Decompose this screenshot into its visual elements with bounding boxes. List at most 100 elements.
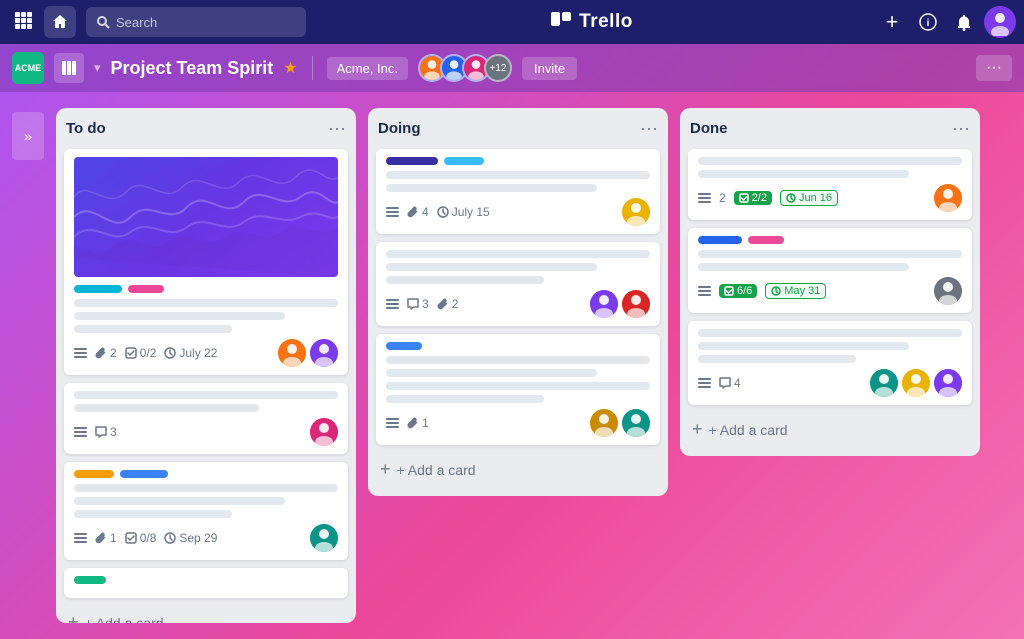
- acme-logo[interactable]: ACME: [12, 52, 44, 84]
- card-done-2[interactable]: 6/6 May 31: [688, 228, 972, 313]
- column-menu-done[interactable]: ···: [952, 118, 970, 139]
- count-val: 2: [719, 191, 726, 205]
- text-line: [74, 312, 285, 320]
- card-avatars: [310, 418, 338, 446]
- more-button[interactable]: ···: [976, 55, 1012, 81]
- home-button[interactable]: [44, 6, 76, 38]
- text-line: [386, 369, 597, 377]
- tag-pink2: [748, 236, 784, 244]
- column-menu-todo[interactable]: ···: [328, 118, 346, 139]
- list-icon: [74, 532, 87, 545]
- list-icon: [74, 347, 87, 360]
- card-content: [386, 356, 650, 403]
- text-line: [74, 510, 232, 518]
- card-avatar: [310, 418, 338, 446]
- card-tags: [386, 342, 650, 350]
- search-bar[interactable]: Search: [86, 7, 306, 37]
- add-card-label: + Add a card: [709, 422, 788, 438]
- invite-button[interactable]: Invite: [522, 57, 577, 80]
- board-view-button[interactable]: [54, 53, 84, 83]
- text-line: [698, 263, 909, 271]
- card-tags: [74, 285, 338, 293]
- column-title-todo: To do: [66, 120, 106, 137]
- checklist-badge-val: 2/2: [752, 192, 767, 204]
- card-avatar-2: [902, 369, 930, 397]
- card-done-1[interactable]: 2 2/2 Jun 16: [688, 149, 972, 220]
- notification-button[interactable]: [948, 6, 980, 38]
- board-view-dropdown[interactable]: ▾: [94, 60, 101, 76]
- top-navigation: Search Trello + i: [0, 0, 1024, 44]
- card-done-3[interactable]: 4: [688, 321, 972, 405]
- card-todo-3[interactable]: 1 0/8 Sep 29: [64, 462, 348, 560]
- card-avatars: [310, 524, 338, 552]
- text-line: [386, 395, 544, 403]
- column-menu-doing[interactable]: ···: [640, 118, 658, 139]
- divider: [312, 56, 313, 80]
- add-button[interactable]: +: [876, 6, 908, 38]
- card-content: [386, 171, 650, 192]
- star-button[interactable]: ★: [283, 58, 297, 78]
- column-title-done: Done: [690, 120, 728, 137]
- add-card-doing[interactable]: + + Add a card: [376, 453, 660, 486]
- tag-light-blue: [444, 157, 484, 165]
- team-button[interactable]: Acme, Inc.: [327, 57, 408, 80]
- text-line: [74, 484, 338, 492]
- column-header-doing: Doing ···: [376, 118, 660, 139]
- card-avatar-2: [622, 409, 650, 437]
- card-tags: [386, 157, 650, 165]
- comment-num: 3: [110, 425, 117, 439]
- list-icon: [74, 426, 87, 439]
- date-badge: Jun 16: [780, 190, 838, 206]
- add-card-label: + Add a card: [397, 462, 476, 478]
- card-doing-2[interactable]: 3 2: [376, 242, 660, 326]
- card-avatar-1: [590, 409, 618, 437]
- card-meta: 1 0/8 Sep 29: [74, 524, 338, 552]
- comment-count: 4: [719, 376, 741, 390]
- card-meta: 3: [74, 418, 338, 446]
- card-avatar-1: [278, 339, 306, 367]
- card-avatar-2: [622, 290, 650, 318]
- list-icon: [698, 285, 711, 298]
- attachment-count: 1: [95, 531, 117, 545]
- card-avatars: [870, 369, 962, 397]
- card-doing-1[interactable]: 4 July 15: [376, 149, 660, 234]
- board-area: » To do ···: [0, 92, 1024, 639]
- members-group: +12: [418, 54, 512, 82]
- card-doing-3[interactable]: 1: [376, 334, 660, 445]
- info-button[interactable]: i: [912, 6, 944, 38]
- text-line: [74, 404, 259, 412]
- card-meta: 4: [698, 369, 962, 397]
- card-avatar-1: [870, 369, 898, 397]
- trello-name: Trello: [579, 11, 633, 33]
- card-todo-2[interactable]: 3: [64, 383, 348, 454]
- add-icon: +: [692, 419, 703, 440]
- board-title: Project Team Spirit: [111, 58, 274, 79]
- attachment-count: 2: [95, 346, 117, 360]
- card-meta: 6/6 May 31: [698, 277, 962, 305]
- text-line: [74, 497, 285, 505]
- card-content: [74, 299, 338, 333]
- text-line: [698, 342, 909, 350]
- card-todo-4[interactable]: [64, 568, 348, 598]
- text-line: [386, 382, 650, 390]
- acme-label: ACME: [15, 63, 42, 73]
- tag-blue-med: [386, 342, 422, 350]
- card-todo-1[interactable]: 2 0/2 July 22: [64, 149, 348, 375]
- list-icon: [698, 377, 711, 390]
- user-avatar-nav[interactable]: [984, 6, 1016, 38]
- members-overflow[interactable]: +12: [484, 54, 512, 82]
- add-card-done[interactable]: + + Add a card: [688, 413, 972, 446]
- card-avatars: [590, 409, 650, 437]
- checklist-badge-val: 6/6: [737, 285, 752, 297]
- text-line: [74, 299, 338, 307]
- card-avatar-2: [310, 339, 338, 367]
- sidebar-toggle[interactable]: »: [12, 112, 44, 160]
- text-line: [74, 391, 338, 399]
- attachment-num: 1: [110, 531, 117, 545]
- grid-icon[interactable]: [8, 7, 38, 38]
- add-card-todo[interactable]: + + Add a card: [64, 606, 348, 623]
- list-icon: [386, 206, 399, 219]
- card-content: [386, 250, 650, 284]
- svg-text:i: i: [927, 18, 930, 29]
- date-meta: Sep 29: [164, 531, 217, 545]
